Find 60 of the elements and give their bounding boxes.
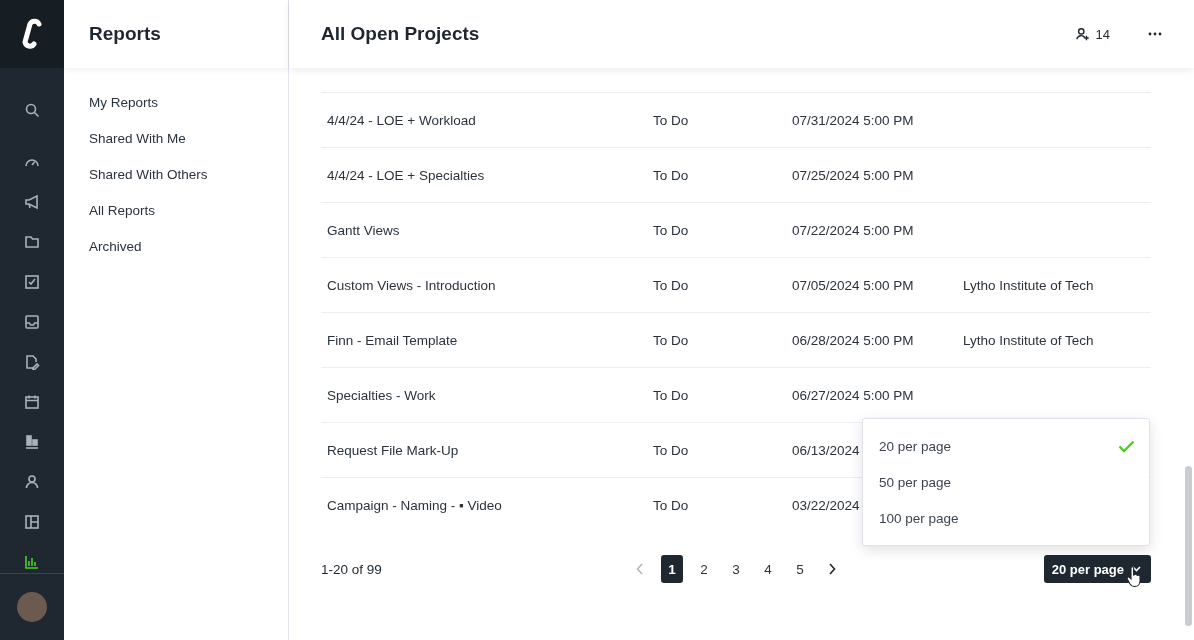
- document-edit-icon[interactable]: [24, 354, 40, 370]
- project-name-cell: Specialties - Work: [327, 387, 436, 403]
- menu-option[interactable]: 50 per page: [879, 474, 952, 490]
- menu-option[interactable]: 20 per page: [879, 438, 952, 454]
- panel-link[interactable]: All Reports: [89, 200, 263, 221]
- hand-cursor-icon: [1126, 566, 1142, 588]
- bar-layout-icon[interactable]: [24, 434, 40, 450]
- status-cell: To Do: [653, 112, 689, 128]
- status-cell: To Do: [653, 387, 689, 403]
- checkbox-icon[interactable]: [24, 274, 40, 290]
- panel-link[interactable]: Shared With Others: [89, 164, 263, 185]
- project-name-cell: Gantt Views: [327, 222, 400, 238]
- calendar-icon[interactable]: [24, 394, 40, 410]
- range-text: 1-20 of 99: [321, 561, 383, 577]
- chevron-down-icon: [1132, 566, 1141, 572]
- more-icon[interactable]: [1148, 32, 1162, 36]
- due-date-cell: 06/27/2024 5:00 PM: [792, 387, 914, 403]
- panel-link[interactable]: Shared With Me: [89, 128, 263, 149]
- menu-option[interactable]: 100 per page: [879, 510, 959, 526]
- project-name-cell: 4/4/24 - LOE + Workload: [327, 112, 476, 128]
- project-name-cell: Finn - Email Template: [327, 332, 458, 348]
- scrollbar[interactable]: [1185, 466, 1192, 626]
- panel-link[interactable]: My Reports: [89, 92, 263, 113]
- members-button[interactable]: 14: [1095, 26, 1110, 42]
- due-date-cell: 07/05/2024 5:00 PM: [792, 277, 914, 293]
- client-cell: Lytho Institute of Tech: [963, 332, 1094, 348]
- status-cell: To Do: [653, 167, 689, 183]
- due-date-cell: 06/28/2024 5:00 PM: [792, 332, 914, 348]
- page-button[interactable]: 5: [789, 555, 811, 583]
- add-user-icon[interactable]: [1075, 27, 1090, 41]
- due-date-cell: 03/22/2024: [792, 497, 860, 513]
- inbox-icon[interactable]: [24, 314, 40, 330]
- page-button[interactable]: 4: [757, 555, 779, 583]
- user-icon[interactable]: [24, 474, 40, 490]
- layout-icon[interactable]: [24, 514, 40, 530]
- status-cell: To Do: [653, 442, 689, 458]
- panel-link[interactable]: Archived: [89, 236, 263, 257]
- page-title: All Open Projects: [321, 23, 481, 45]
- page-button[interactable]: 3: [725, 555, 747, 583]
- due-date-cell: 07/31/2024 5:00 PM: [792, 112, 914, 128]
- megaphone-icon[interactable]: [24, 194, 40, 210]
- due-date-cell: 07/22/2024 5:00 PM: [792, 222, 914, 238]
- due-date-cell: 06/13/2024: [792, 442, 860, 458]
- panel-title: Reports: [89, 23, 161, 45]
- status-cell: To Do: [653, 277, 689, 293]
- client-cell: Lytho Institute of Tech: [963, 277, 1094, 293]
- project-name-cell: Request File Mark-Up: [327, 442, 459, 458]
- project-name-cell: Campaign - Naming - ▪ Video: [327, 497, 502, 513]
- page-button[interactable]: 2: [693, 555, 715, 583]
- status-cell: To Do: [653, 497, 689, 513]
- folder-icon[interactable]: [24, 234, 40, 250]
- project-name-cell: Custom Views - Introduction: [327, 277, 496, 293]
- bar-chart-icon[interactable]: [24, 554, 40, 570]
- page-button[interactable]: 1: [661, 555, 683, 583]
- page-size-dropdown[interactable]: 20 per page: [1043, 555, 1151, 583]
- due-date-cell: 07/25/2024 5:00 PM: [792, 167, 914, 183]
- status-cell: To Do: [653, 332, 689, 348]
- status-cell: To Do: [653, 222, 689, 238]
- search-icon[interactable]: [24, 102, 40, 118]
- project-name-cell: 4/4/24 - LOE + Specialties: [327, 167, 485, 183]
